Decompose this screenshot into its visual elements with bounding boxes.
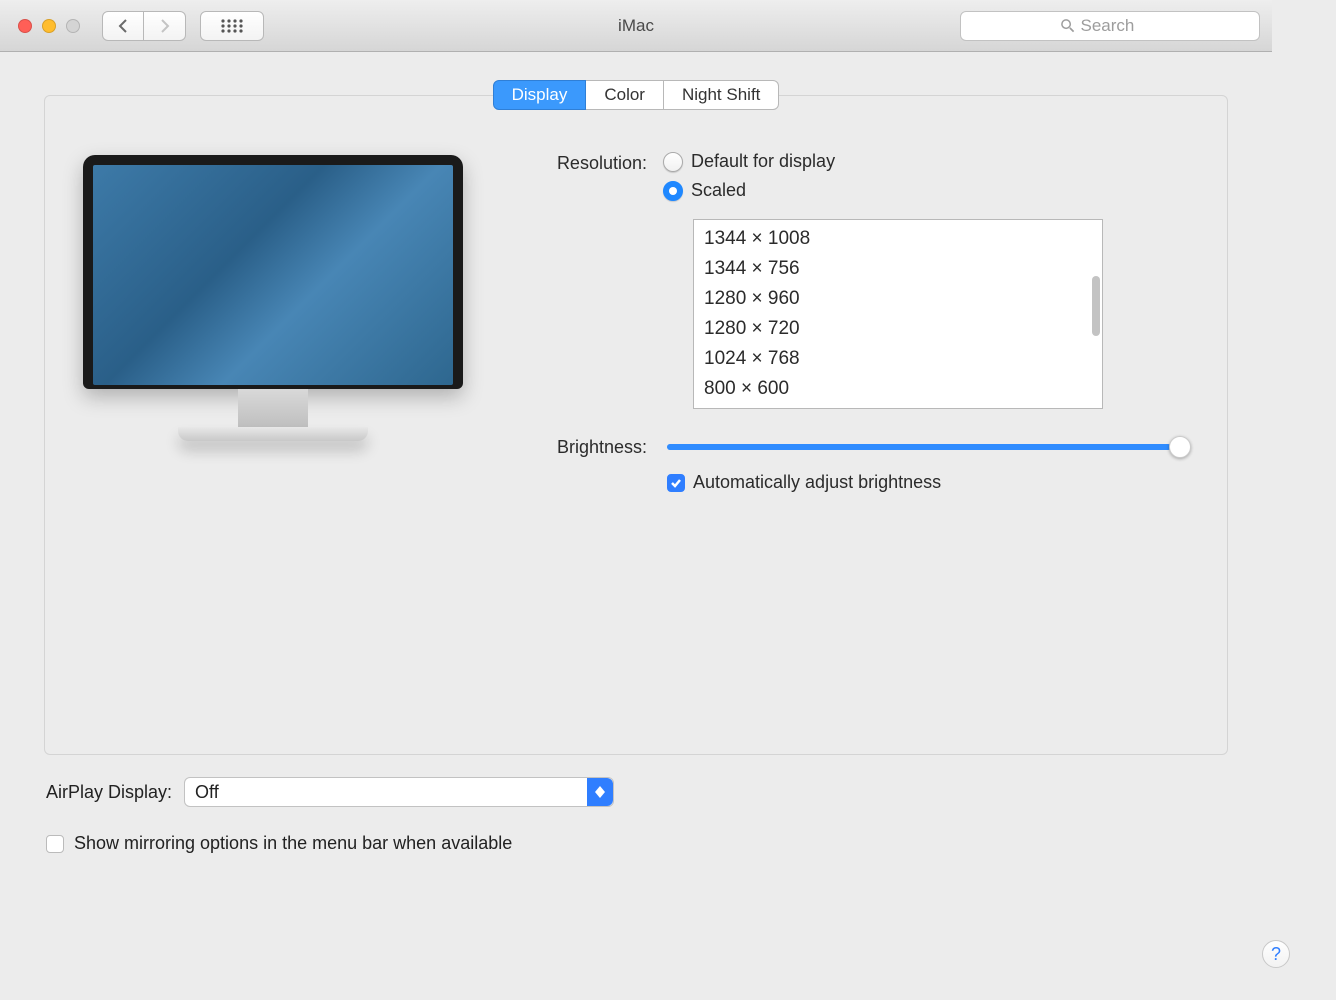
airplay-label: AirPlay Display: [46, 782, 172, 803]
auto-brightness-label: Automatically adjust brightness [693, 472, 941, 493]
mirroring-label: Show mirroring options in the menu bar w… [74, 833, 512, 854]
tab-color[interactable]: Color [586, 80, 664, 110]
resolution-option[interactable]: 1344 × 756 [704, 254, 1092, 284]
minimize-window-button[interactable] [42, 19, 56, 33]
brightness-slider[interactable] [667, 444, 1187, 450]
brightness-label: Brightness: [503, 435, 663, 458]
monitor-frame [83, 155, 463, 389]
help-button[interactable]: ? [1262, 940, 1290, 968]
tab-label: Night Shift [682, 85, 760, 105]
resolution-label: Resolution: [503, 151, 663, 174]
slider-knob[interactable] [1169, 436, 1191, 458]
monitor-stand-neck [238, 389, 308, 427]
radio-button-icon [663, 152, 683, 172]
help-icon: ? [1271, 944, 1281, 965]
resolution-option[interactable]: 800 × 600 [704, 374, 1092, 404]
resolution-list[interactable]: 1344 × 1008 1344 × 756 1280 × 960 1280 ×… [693, 219, 1103, 409]
display-preview [73, 151, 473, 493]
chevron-left-icon [118, 19, 128, 33]
zoom-window-button[interactable] [66, 19, 80, 33]
nav-buttons [102, 11, 186, 41]
main-panel: Resolution: Default for display Scaled 1… [44, 95, 1228, 755]
resolution-option[interactable]: 1280 × 720 [704, 314, 1092, 344]
airplay-select[interactable]: Off [184, 777, 614, 807]
close-window-button[interactable] [18, 19, 32, 33]
forward-button[interactable] [144, 11, 186, 41]
slider-fill [667, 444, 1171, 450]
monitor-screen [93, 165, 453, 385]
tab-bar: Display Color Night Shift [0, 52, 1272, 110]
chevron-right-icon [160, 19, 170, 33]
resolution-option[interactable]: 1024 × 768 [704, 344, 1092, 374]
radio-button-icon [663, 181, 683, 201]
scrollbar[interactable] [1088, 226, 1100, 402]
resolution-option[interactable]: 1344 × 1008 [704, 224, 1092, 254]
settings-column: Resolution: Default for display Scaled 1… [503, 151, 1193, 493]
mirroring-checkbox[interactable] [46, 835, 64, 853]
grid-icon [221, 18, 243, 34]
check-icon [670, 477, 682, 489]
bottom-section: AirPlay Display: Off Show mirroring opti… [0, 755, 1272, 854]
radio-default-for-display[interactable]: Default for display [663, 151, 1103, 172]
tab-display[interactable]: Display [493, 80, 587, 110]
radio-label: Scaled [691, 180, 746, 201]
search-field[interactable] [960, 11, 1260, 41]
monitor-stand-base [178, 427, 368, 441]
tab-label: Color [604, 85, 645, 105]
scrollbar-thumb[interactable] [1092, 276, 1100, 336]
auto-brightness-checkbox[interactable] [667, 474, 685, 492]
search-input[interactable] [1081, 16, 1161, 36]
resolution-option[interactable]: 1280 × 960 [704, 284, 1092, 314]
titlebar: iMac [0, 0, 1272, 52]
traffic-lights [18, 19, 80, 33]
show-all-button[interactable] [200, 11, 264, 41]
airplay-value: Off [195, 782, 219, 803]
tab-night-shift[interactable]: Night Shift [664, 80, 779, 110]
search-icon [1060, 18, 1075, 33]
radio-label: Default for display [691, 151, 835, 172]
select-arrows-icon [587, 778, 613, 806]
radio-scaled[interactable]: Scaled [663, 180, 1103, 201]
back-button[interactable] [102, 11, 144, 41]
tab-label: Display [512, 85, 568, 105]
